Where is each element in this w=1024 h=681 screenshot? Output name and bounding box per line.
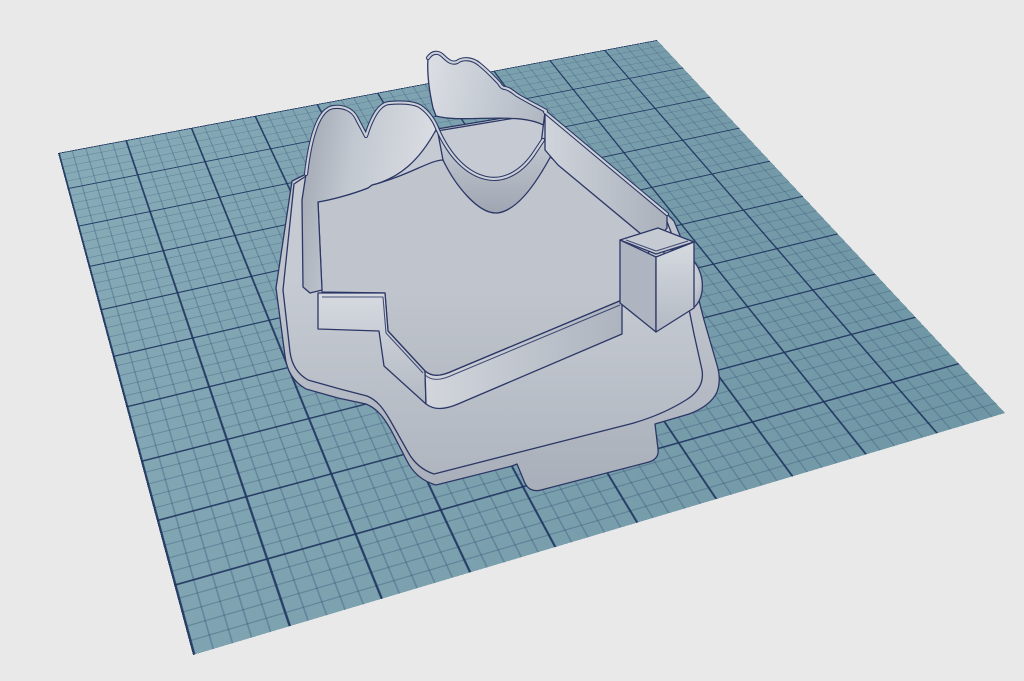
build-plate-grid (58, 40, 1005, 656)
viewport-canvas[interactable] (0, 0, 1024, 681)
